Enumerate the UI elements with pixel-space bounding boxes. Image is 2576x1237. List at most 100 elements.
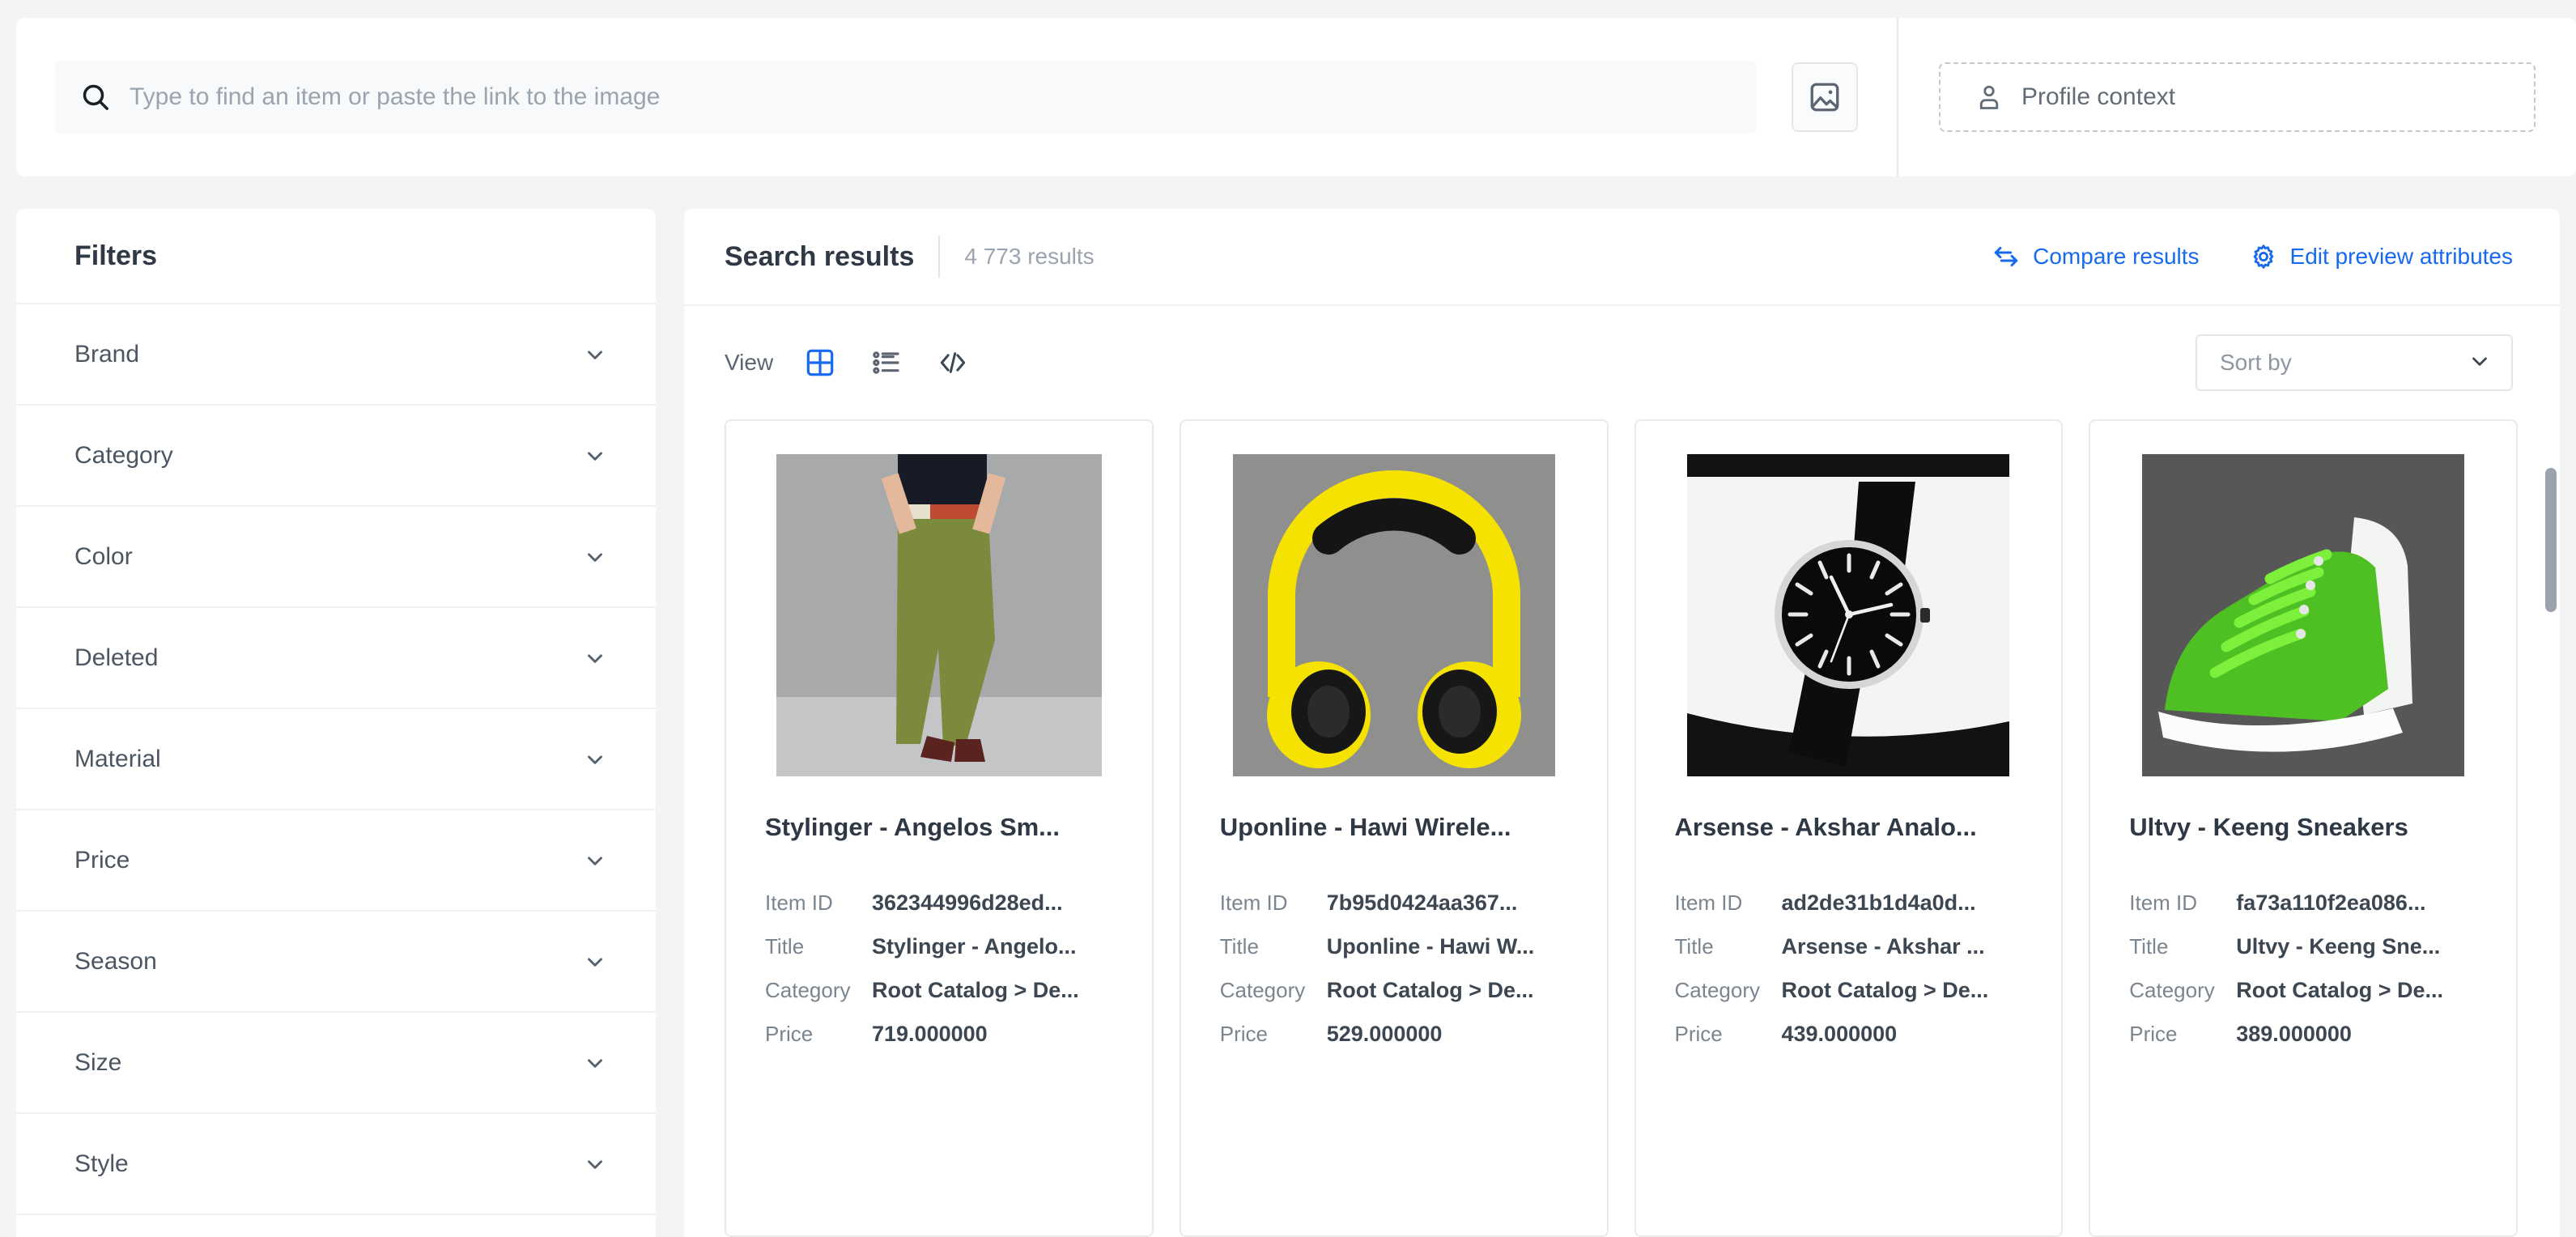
product-image-trousers <box>765 450 1113 780</box>
filter-row-price[interactable]: Price <box>16 810 656 912</box>
profile-context-dropzone[interactable]: Profile context <box>1939 62 2536 132</box>
chevron-down-icon <box>583 545 607 569</box>
filter-label: Price <box>74 846 130 874</box>
attribute-title: Title Arsense - Akshar ... <box>1675 934 2023 959</box>
filter-label: Category <box>74 441 173 469</box>
product-card[interactable]: Arsense - Akshar Analo... Item ID ad2de3… <box>1634 419 2064 1237</box>
attribute-value: ad2de31b1d4a0d... <box>1781 891 1976 915</box>
attribute-price: Price 719.000000 <box>765 1022 1113 1047</box>
attribute-item-id: Item ID ad2de31b1d4a0d... <box>1675 891 2023 916</box>
attribute-key: Title <box>765 934 805 959</box>
product-title: Ultvy - Keeng Sneakers <box>2129 813 2408 841</box>
attribute-item-id: Item ID 7b95d0424aa367... <box>1220 891 1568 916</box>
compare-results-label: Compare results <box>2033 244 2200 269</box>
attribute-value: 439.000000 <box>1781 1022 1898 1046</box>
view-toggle-code[interactable] <box>932 342 974 384</box>
attribute-value: Root Catalog > De... <box>1326 978 1534 1002</box>
search-input[interactable] <box>130 83 1733 111</box>
filter-label: Season <box>74 947 157 975</box>
attribute-key: Title <box>1219 934 1259 959</box>
edit-preview-attributes-label: Edit preview attributes <box>2289 244 2513 269</box>
search-icon <box>79 81 112 113</box>
attribute-value: Stylinger - Angelo... <box>872 934 1077 959</box>
attribute-value: Uponline - Hawi W... <box>1326 934 1535 959</box>
attribute-key: Item ID <box>1674 891 1743 915</box>
results-count: 4 773 results <box>964 244 1095 269</box>
attribute-item-id: Item ID 362344996d28ed... <box>765 891 1113 916</box>
attribute-value: fa73a110f2ea086... <box>2236 891 2426 915</box>
product-card[interactable]: Uponline - Hawi Wirele... Item ID 7b95d0… <box>1179 419 1609 1237</box>
sort-by-value: Sort by <box>2220 350 2292 375</box>
attribute-value: Arsense - Akshar ... <box>1781 934 1985 959</box>
attribute-price: Price 529.000000 <box>1220 1022 1568 1047</box>
attribute-key: Price <box>1674 1022 1723 1046</box>
filter-row-season[interactable]: Season <box>16 912 656 1013</box>
view-toggle-list[interactable] <box>865 342 908 384</box>
view-label: View <box>725 350 774 375</box>
product-grid: Stylinger - Angelos Sm... Item ID 362344… <box>725 419 2518 1237</box>
view-toggle-grid[interactable] <box>799 342 841 384</box>
attribute-key: Category <box>2129 978 2215 1002</box>
attribute-key: Item ID <box>1219 891 1288 915</box>
filter-label: Deleted <box>74 644 159 671</box>
attribute-key: Price <box>2129 1022 2178 1046</box>
page-title: Search results <box>725 240 915 272</box>
profile-context-area: Profile context <box>1898 18 2576 176</box>
image-icon <box>1808 80 1842 114</box>
attribute-key: Category <box>1674 978 1761 1002</box>
filter-label: Size <box>74 1048 122 1076</box>
filter-row-category[interactable]: Category <box>16 406 656 507</box>
user-icon <box>1975 83 2021 112</box>
results-header: Search results 4 773 results Compare res… <box>684 209 2560 306</box>
filter-row-color[interactable]: Color <box>16 507 656 608</box>
chevron-down-icon <box>583 646 607 670</box>
attribute-title: Title Ultvy - Keeng Sne... <box>2129 934 2477 959</box>
attribute-value: 7b95d0424aa367... <box>1326 891 1518 915</box>
code-icon <box>937 346 969 379</box>
grid-icon <box>804 346 836 379</box>
view-toolbar: View Sort by <box>684 306 2560 419</box>
chevron-down-icon <box>583 1152 607 1176</box>
gear-icon <box>2250 243 2290 270</box>
filter-row-style[interactable]: Style <box>16 1114 656 1215</box>
profile-context-label: Profile context <box>2021 83 2176 110</box>
sort-by-select[interactable]: Sort by <box>2196 334 2513 391</box>
compare-results-button[interactable]: Compare results <box>1992 243 2200 270</box>
filter-row-material[interactable]: Material <box>16 709 656 810</box>
filter-label: Color <box>74 542 133 570</box>
attribute-title: Title Uponline - Hawi W... <box>1220 934 1568 959</box>
product-image-watch <box>1675 450 2023 780</box>
chevron-down-icon <box>583 444 607 468</box>
attribute-key: Title <box>2129 934 2169 959</box>
attribute-key: Category <box>1219 978 1306 1002</box>
product-card[interactable]: Ultvy - Keeng Sneakers Item ID fa73a110f… <box>2089 419 2518 1237</box>
product-card[interactable]: Stylinger - Angelos Sm... Item ID 362344… <box>725 419 1154 1237</box>
product-image-headphones <box>1220 450 1568 780</box>
divider <box>938 236 941 278</box>
attribute-key: Item ID <box>2129 891 2198 915</box>
attribute-value: 529.000000 <box>1326 1022 1443 1046</box>
product-title: Uponline - Hawi Wirele... <box>1219 813 1511 841</box>
product-image-sneaker <box>2129 450 2477 780</box>
filters-sidebar: Filters Brand Category Color Deleted Mat… <box>16 209 656 1237</box>
edit-preview-attributes-button[interactable]: Edit preview attributes <box>2250 243 2513 270</box>
image-upload-button[interactable] <box>1792 62 1858 132</box>
search-field[interactable] <box>55 61 1756 134</box>
chevron-down-icon <box>583 950 607 974</box>
attribute-category: Category Root Catalog > De... <box>2129 978 2477 1003</box>
filter-row-deleted[interactable]: Deleted <box>16 608 656 709</box>
attribute-value: Root Catalog > De... <box>2236 978 2444 1002</box>
attribute-value: Root Catalog > De... <box>1781 978 1989 1002</box>
list-icon <box>870 346 903 379</box>
chevron-down-icon <box>583 848 607 873</box>
filter-row-brand[interactable]: Brand <box>16 304 656 406</box>
filters-title: Filters <box>16 209 656 304</box>
attribute-value: Root Catalog > De... <box>872 978 1079 1002</box>
attribute-category: Category Root Catalog > De... <box>1675 978 2023 1003</box>
attribute-value: Ultvy - Keeng Sne... <box>2236 934 2441 959</box>
attribute-key: Item ID <box>765 891 833 915</box>
attribute-category: Category Root Catalog > De... <box>765 978 1113 1003</box>
scrollbar-thumb[interactable] <box>2545 468 2557 612</box>
attribute-key: Price <box>765 1022 814 1046</box>
filter-row-size[interactable]: Size <box>16 1013 656 1114</box>
